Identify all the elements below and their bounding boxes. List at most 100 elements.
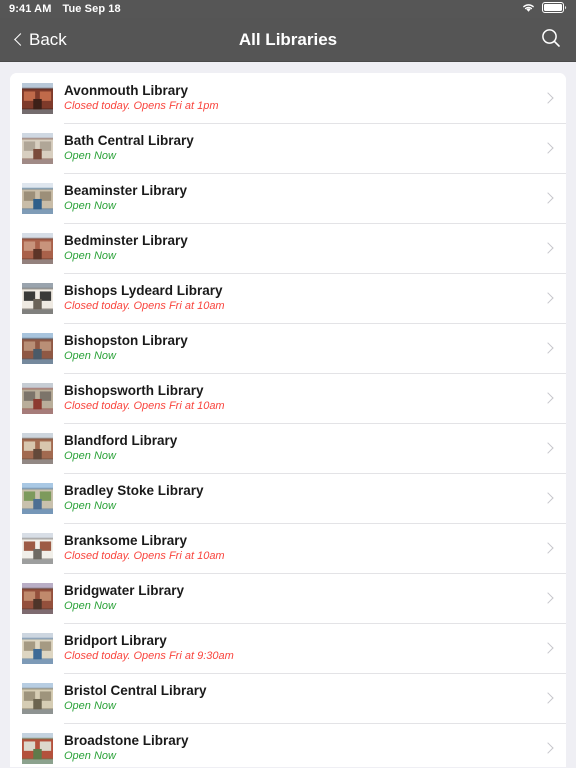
chevron-right-icon	[542, 591, 556, 605]
library-list: Avonmouth Library Closed today. Opens Fri…	[10, 73, 566, 767]
library-name: Bishops Lydeard Library	[64, 283, 223, 299]
library-thumbnail	[21, 231, 54, 265]
library-name: Broadstone Library	[64, 733, 189, 749]
chevron-right-icon	[542, 391, 556, 405]
library-name: Beaminster Library	[64, 183, 188, 199]
library-list-item[interactable]: Blandford Library Open Now	[10, 423, 566, 473]
library-list-item[interactable]: Bishopsworth Library Closed today. Opens …	[10, 373, 566, 423]
library-thumbnail	[21, 731, 54, 765]
library-status: Open Now	[64, 149, 116, 162]
library-status: Open Now	[64, 749, 116, 762]
chevron-right-icon	[542, 641, 556, 655]
chevron-right-icon	[542, 341, 556, 355]
library-thumbnail	[21, 581, 54, 615]
chevron-right-icon	[542, 441, 556, 455]
library-thumbnail	[21, 381, 54, 415]
chevron-right-icon	[542, 741, 556, 755]
library-list-item[interactable]: Branksome Library Closed today. Opens Fri…	[10, 523, 566, 573]
library-status: Closed today. Opens Fri at 9:30am	[64, 649, 234, 662]
library-row-text: Beaminster Library Open Now	[64, 183, 536, 213]
library-name: Bristol Central Library	[64, 683, 207, 699]
library-name: Avonmouth Library	[64, 83, 189, 99]
back-button-label: Back	[29, 29, 67, 49]
status-bar-date: Tue Sep 18	[62, 3, 121, 15]
status-bar-left: 9:41 AM Tue Sep 18	[9, 3, 121, 15]
library-list-item[interactable]: Bradley Stoke Library Open Now	[10, 473, 566, 523]
chevron-right-icon	[542, 541, 556, 555]
library-status: Closed today. Opens Fri at 10am	[64, 299, 225, 312]
library-thumbnail	[21, 81, 54, 115]
library-status: Open Now	[64, 199, 116, 212]
library-list-item[interactable]: Avonmouth Library Closed today. Opens Fri…	[10, 73, 566, 123]
library-row-text: Blandford Library Open Now	[64, 433, 536, 463]
chevron-right-icon	[542, 91, 556, 105]
library-list-item[interactable]: Bedminster Library Open Now	[10, 223, 566, 273]
library-list-scroll[interactable]: Avonmouth Library Closed today. Opens Fri…	[0, 62, 576, 767]
chevron-right-icon	[542, 291, 556, 305]
library-list-item[interactable]: Bridgwater Library Open Now	[10, 573, 566, 623]
library-thumbnail	[21, 481, 54, 515]
library-status: Open Now	[64, 699, 116, 712]
library-thumbnail	[21, 331, 54, 365]
battery-full-icon	[542, 2, 567, 16]
library-name: Bishopsworth Library	[64, 383, 204, 399]
library-status: Open Now	[64, 449, 116, 462]
library-status: Closed today. Opens Fri at 10am	[64, 549, 225, 562]
library-name: Bishopston Library	[64, 333, 188, 349]
search-button[interactable]	[536, 25, 566, 55]
wifi-icon	[521, 2, 536, 16]
chevron-right-icon	[542, 491, 556, 505]
library-list-item[interactable]: Bishopston Library Open Now	[10, 323, 566, 373]
library-name: Bath Central Library	[64, 133, 194, 149]
library-row-text: Bishopsworth Library Closed today. Opens …	[64, 383, 536, 413]
library-name: Bedminster Library	[64, 233, 188, 249]
status-bar-right	[521, 2, 567, 16]
library-status: Open Now	[64, 599, 116, 612]
library-thumbnail	[21, 681, 54, 715]
chevron-right-icon	[542, 691, 556, 705]
library-row-text: Bristol Central Library Open Now	[64, 683, 536, 713]
library-thumbnail	[21, 631, 54, 665]
library-thumbnail	[21, 431, 54, 465]
library-row-text: Branksome Library Closed today. Opens Fri…	[64, 533, 536, 563]
library-name: Branksome Library	[64, 533, 188, 549]
library-row-text: Bridport Library Closed today. Opens Fri …	[64, 633, 536, 663]
library-list-item[interactable]: Broadstone Library Open Now	[10, 723, 566, 767]
library-list-item[interactable]: Bath Central Library Open Now	[10, 123, 566, 173]
back-button[interactable]: Back	[10, 28, 71, 52]
chevron-right-icon	[542, 141, 556, 155]
library-thumbnail	[21, 131, 54, 165]
library-row-text: Avonmouth Library Closed today. Opens Fri…	[64, 83, 536, 113]
library-name: Bridgwater Library	[64, 583, 185, 599]
library-name: Bridport Library	[64, 633, 167, 649]
library-status: Open Now	[64, 349, 116, 362]
library-thumbnail	[21, 181, 54, 215]
library-status: Closed today. Opens Fri at 1pm	[64, 99, 219, 112]
chevron-right-icon	[542, 191, 556, 205]
library-row-text: Bedminster Library Open Now	[64, 233, 536, 263]
library-list-item[interactable]: Bishops Lydeard Library Closed today. Ope…	[10, 273, 566, 323]
chevron-right-icon	[542, 241, 556, 255]
status-bar-time: 9:41 AM	[9, 3, 52, 15]
library-row-text: Bishops Lydeard Library Closed today. Ope…	[64, 283, 536, 313]
library-list-item[interactable]: Bridport Library Closed today. Opens Fri …	[10, 623, 566, 673]
page-title: All Libraries	[238, 29, 338, 49]
search-icon	[540, 27, 562, 52]
library-row-text: Bath Central Library Open Now	[64, 133, 536, 163]
library-name: Bradley Stoke Library	[64, 483, 204, 499]
library-row-text: Bridgwater Library Open Now	[64, 583, 536, 613]
library-list-item[interactable]: Beaminster Library Open Now	[10, 173, 566, 223]
library-row-text: Broadstone Library Open Now	[64, 733, 536, 763]
library-thumbnail	[21, 531, 54, 565]
library-thumbnail	[21, 281, 54, 315]
library-list-item[interactable]: Bristol Central Library Open Now	[10, 673, 566, 723]
library-name: Blandford Library	[64, 433, 178, 449]
status-bar: 9:41 AM Tue Sep 18	[0, 0, 576, 18]
library-status: Open Now	[64, 499, 116, 512]
chevron-left-icon	[14, 31, 24, 48]
library-row-text: Bradley Stoke Library Open Now	[64, 483, 536, 513]
library-status: Closed today. Opens Fri at 10am	[64, 399, 225, 412]
library-status: Open Now	[64, 249, 116, 262]
navigation-bar: Back All Libraries	[0, 18, 576, 62]
library-row-text: Bishopston Library Open Now	[64, 333, 536, 363]
